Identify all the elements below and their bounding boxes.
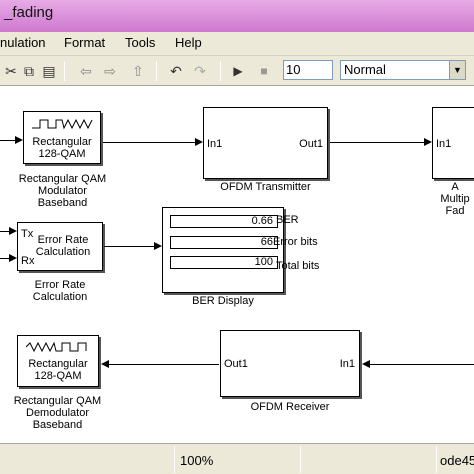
status-divider: [436, 446, 437, 473]
toolbar-separator: [64, 61, 65, 81]
ber-value: 0.66: [170, 215, 278, 228]
ofdm-tx-output-port: Out1: [299, 138, 323, 150]
modulator-block[interactable]: Rectangular 128-QAM: [23, 111, 101, 164]
signal-line: [104, 246, 154, 247]
demodulator-port-label: Rectangular 128-QAM: [28, 358, 88, 382]
signal-line: [330, 142, 424, 143]
arrowhead: [9, 227, 17, 235]
play-icon[interactable]: ▶: [230, 62, 246, 80]
toolbar: ✂ ⧉ ▤ ⇦ ⇨ ⇧ ↶ ↷ ▶ ■ 10 Normal ▼: [0, 56, 474, 86]
status-bar: 100% ode45: [0, 443, 474, 474]
status-divider: [300, 446, 301, 473]
demodulator-block[interactable]: Rectangular 128-QAM: [17, 335, 99, 387]
copy-icon[interactable]: ⧉: [20, 62, 38, 80]
toolbar-separator: [156, 61, 157, 81]
menu-help[interactable]: Help: [175, 32, 202, 54]
waveform-icon: [32, 118, 93, 130]
ofdm-tx-input-port: In1: [207, 138, 223, 150]
arrowhead: [424, 138, 432, 146]
error-rate-name: Error Rate Calculation: [32, 279, 88, 303]
channel-name: A Multip Fad: [440, 181, 470, 217]
up-icon[interactable]: ⇧: [128, 62, 148, 80]
error-rate-block[interactable]: Tx Rx Error Rate Calculation: [17, 222, 103, 271]
stop-icon[interactable]: ■: [256, 62, 272, 80]
error-bits-label: Error bits: [273, 236, 318, 248]
arrowhead: [101, 360, 109, 368]
channel-input-port: In1: [436, 138, 452, 150]
modulator-name: Rectangular QAM Modulator Baseband: [18, 173, 107, 209]
error-bits-value: 66: [170, 236, 278, 249]
solver-name: ode45: [440, 453, 474, 468]
ber-label: BER: [276, 214, 299, 226]
error-rate-inner-label: Error Rate Calculation: [35, 234, 91, 258]
ofdm-rx-output-port: Out1: [224, 358, 248, 370]
ofdm-receiver-name: OFDM Receiver: [250, 401, 330, 413]
arrowhead: [9, 254, 17, 262]
ofdm-transmitter-name: OFDM Transmitter: [220, 181, 311, 193]
ofdm-transmitter-block[interactable]: In1 Out1: [203, 107, 328, 179]
chevron-down-icon[interactable]: ▼: [449, 61, 465, 79]
forward-icon[interactable]: ⇨: [100, 62, 120, 80]
model-canvas[interactable]: Rectangular 128-QAM Rectangular QAM Modu…: [0, 87, 474, 443]
cut-icon[interactable]: ✂: [2, 62, 20, 80]
total-bits-value: 100: [170, 256, 278, 269]
signal-line: [109, 364, 219, 365]
arrowhead: [15, 136, 23, 144]
zoom-level: 100%: [180, 453, 214, 468]
arrowhead: [154, 242, 162, 250]
stop-time-input[interactable]: 10: [283, 60, 333, 80]
ofdm-rx-input-port: In1: [339, 358, 355, 370]
signal-line: [103, 142, 195, 143]
menu-bar: nulation Format Tools Help: [0, 32, 474, 56]
redo-icon[interactable]: ↷: [190, 62, 210, 80]
undo-icon[interactable]: ↶: [166, 62, 186, 80]
back-icon[interactable]: ⇦: [76, 62, 96, 80]
arrowhead: [195, 138, 203, 146]
menu-simulation[interactable]: nulation: [0, 32, 46, 54]
simulation-mode-select[interactable]: Normal ▼: [340, 60, 466, 80]
ofdm-receiver-block[interactable]: Out1 In1: [220, 330, 360, 397]
paste-icon[interactable]: ▤: [40, 62, 58, 80]
simulation-mode-value: Normal: [344, 62, 386, 77]
window-title: _fading: [4, 4, 54, 21]
ber-display-block[interactable]: 0.66 66 100: [162, 207, 284, 293]
arrowhead: [362, 360, 370, 368]
modulator-port-label: Rectangular 128-QAM: [32, 136, 92, 160]
menu-format[interactable]: Format: [64, 32, 105, 54]
toolbar-separator: [220, 61, 221, 81]
menu-tools[interactable]: Tools: [125, 32, 155, 54]
status-divider: [174, 446, 175, 473]
ber-display-name: BER Display: [192, 295, 254, 307]
channel-block[interactable]: In1: [432, 107, 474, 179]
signal-line: [370, 364, 474, 365]
signal-line: [0, 140, 16, 141]
waveform-icon: [26, 341, 87, 353]
total-bits-label: Total bits: [276, 260, 320, 272]
window-title-bar: _fading: [0, 0, 474, 32]
demodulator-name: Rectangular QAM Demodulator Baseband: [13, 395, 102, 431]
